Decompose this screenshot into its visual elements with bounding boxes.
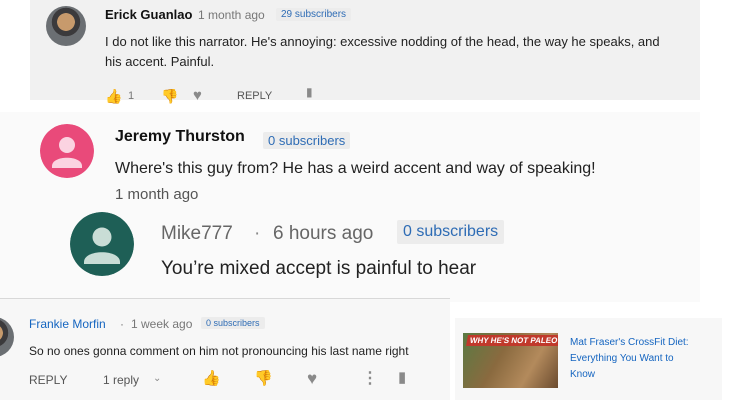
subscriber-badge: 0 subscribers	[201, 317, 265, 329]
comment-author[interactable]: Erick Guanlao	[105, 7, 192, 22]
avatar[interactable]	[40, 124, 94, 178]
avatar[interactable]	[0, 317, 14, 357]
comment-text: I do not like this narrator. He's annoyi…	[105, 34, 660, 69]
like-icon[interactable]: 👍	[202, 371, 221, 386]
comment-author[interactable]: Jeremy Thurston	[115, 128, 245, 146]
comment-erick: Erick Guanlao 1 month ago 29 subscribers…	[30, 0, 700, 103]
more-options-icon[interactable]: ⋮	[362, 371, 378, 387]
reply-author[interactable]: Mike777	[161, 223, 233, 245]
reply-time[interactable]: 6 hours ago	[273, 223, 373, 245]
video-thumbnail[interactable]: WHY HE'S NOT PALEO	[463, 333, 558, 388]
reply-text: You’re mixed accept is painful to hear	[161, 258, 477, 279]
separator: ·	[120, 317, 124, 331]
dislike-icon[interactable]: 👎	[161, 89, 178, 103]
subscriber-badge: 29 subscribers	[276, 8, 352, 21]
thumbnail-text: WHY HE'S NOT PALEO	[466, 335, 558, 346]
comment-time[interactable]: 1 month ago	[115, 186, 198, 203]
reply-button[interactable]: REPLY	[237, 90, 272, 102]
like-icon[interactable]: 👍	[105, 89, 122, 103]
video-title-line: Everything You Want to	[570, 353, 674, 364]
subscriber-badge: 0 subscribers	[397, 220, 505, 244]
reply-button[interactable]: REPLY	[29, 373, 67, 387]
separator: ·	[254, 223, 261, 244]
comment-jeremy: Jeremy Thurston 0 subscribers Where's th…	[0, 112, 700, 302]
heart-icon[interactable]: ♥	[193, 88, 202, 103]
creator-badge-icon: ▮	[398, 369, 407, 386]
avatar[interactable]	[70, 212, 134, 276]
video-title[interactable]: Mat Fraser's CrossFit Diet: Everything Y…	[570, 335, 710, 383]
avatar[interactable]	[46, 6, 86, 46]
comment-time[interactable]: 1 month ago	[198, 8, 265, 22]
dislike-icon[interactable]: 👎	[254, 371, 273, 386]
comment-author[interactable]: Frankie Morfin	[29, 317, 106, 331]
comment-text: So no ones gonna comment on him not pron…	[29, 344, 409, 358]
comment-text: Where's this guy from? He has a weird ac…	[115, 160, 596, 177]
subscriber-badge: 0 subscribers	[263, 132, 351, 149]
video-title-line: Mat Fraser's CrossFit Diet:	[570, 337, 689, 348]
like-count: 1	[128, 90, 135, 102]
view-replies-button[interactable]: 1 reply	[103, 373, 139, 387]
comment-frankie: Frankie Morfin · 1 week ago 0 subscriber…	[0, 298, 450, 400]
comment-time[interactable]: 1 week ago	[131, 317, 192, 331]
heart-icon[interactable]: ♥	[307, 370, 317, 387]
creator-badge-icon: ▮	[306, 85, 313, 99]
video-title-line: Know	[570, 369, 596, 380]
chevron-down-icon[interactable]: ⌄	[153, 374, 161, 384]
